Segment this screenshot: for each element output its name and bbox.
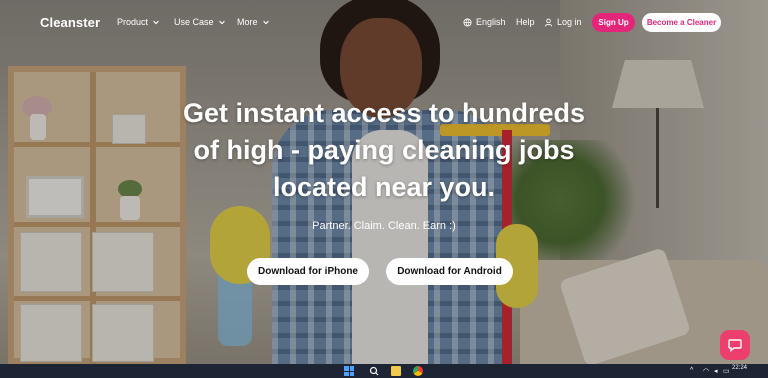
wifi-icon[interactable]: ◠	[703, 367, 709, 375]
chevron-down-icon	[218, 20, 225, 25]
sign-up-button[interactable]: Sign Up	[592, 13, 635, 32]
language-label: English	[476, 17, 506, 27]
nav-menu-product[interactable]: Product	[117, 17, 160, 27]
chevron-up-icon[interactable]: ^	[690, 367, 693, 374]
chevron-down-icon	[153, 20, 159, 25]
headline-line: located near you.	[272, 172, 496, 202]
nav-menu-label: Use Case	[174, 17, 214, 27]
chevron-down-icon	[262, 20, 269, 25]
nav-menu-more[interactable]: More	[237, 17, 270, 27]
help-link[interactable]: Help	[516, 17, 535, 27]
user-icon	[544, 18, 553, 26]
headline-line: Get instant access to hundreds	[182, 98, 586, 128]
become-cleaner-button[interactable]: Become a Cleaner	[642, 13, 721, 32]
nav-menu-label: More	[237, 17, 258, 27]
help-label: Help	[516, 17, 535, 27]
top-navigation: Cleanster Product Use Case More English …	[0, 0, 768, 46]
file-explorer-icon[interactable]	[391, 366, 401, 376]
windows-taskbar: ^ ◠ ◂ ▭ 22:24	[0, 364, 768, 378]
login-link[interactable]: Log in	[544, 17, 582, 27]
language-selector[interactable]: English	[463, 17, 506, 27]
taskbar-clock[interactable]: 22:24	[732, 365, 747, 371]
download-iphone-button[interactable]: Download for iPhone	[247, 258, 369, 285]
chat-bubble-icon	[728, 339, 742, 352]
headline-line: of high - paying cleaning jobs	[193, 135, 575, 165]
login-label: Log in	[557, 17, 582, 27]
hero-tagline: Partner. Claim. Clean. Earn :)	[312, 220, 456, 232]
battery-icon[interactable]: ▭	[723, 367, 730, 375]
speaker-icon[interactable]: ◂	[714, 367, 718, 375]
download-android-button[interactable]: Download for Android	[386, 258, 513, 285]
chat-button[interactable]	[720, 330, 750, 360]
clock-time: 22:24	[732, 365, 748, 371]
windows-start-icon[interactable]	[344, 366, 354, 376]
logo[interactable]: Cleanster	[40, 15, 100, 30]
hero-headline: Get instant access to hundreds of high -…	[160, 95, 608, 206]
chrome-icon[interactable]	[413, 366, 423, 376]
nav-menu-label: Product	[117, 17, 149, 27]
nav-menu-use-case[interactable]: Use Case	[174, 17, 226, 27]
globe-icon	[463, 17, 472, 27]
search-icon[interactable]	[369, 366, 379, 376]
